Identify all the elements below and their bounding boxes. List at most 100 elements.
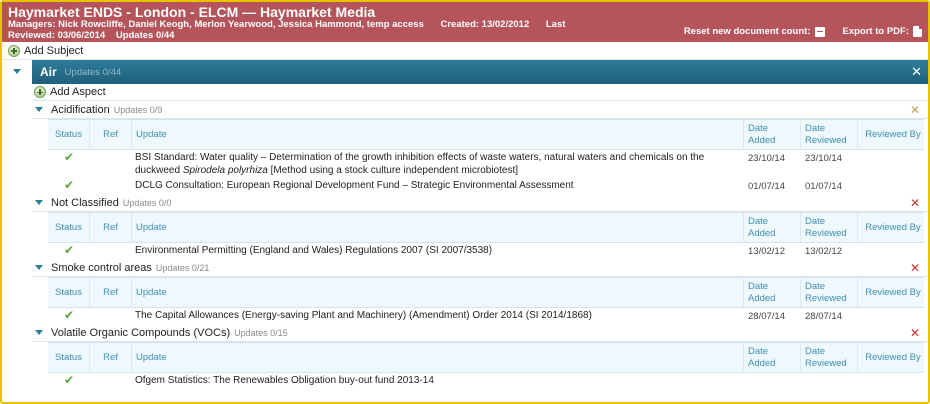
col-reviewed-by[interactable]: Reviewed By: [858, 213, 924, 242]
col-date-reviewed[interactable]: Date Reviewed: [801, 278, 858, 307]
ref-cell: [90, 243, 132, 259]
update-link[interactable]: The Capital Allowances (Energy-saving Pl…: [135, 309, 740, 322]
col-update[interactable]: Update: [132, 343, 744, 372]
updates-table: Status Ref Update Date Added Date Reviewed…: [48, 212, 924, 259]
update-link[interactable]: Environmental Permitting (England and Wa…: [135, 244, 740, 257]
ref-cell: [90, 150, 132, 178]
app-frame: Haymarket ENDS - London - ELCM — Haymark…: [0, 0, 930, 404]
update-link[interactable]: DCLG Consultation: European Regional Dev…: [135, 179, 740, 192]
col-date-added[interactable]: Date Added: [744, 278, 801, 307]
close-subject-icon[interactable]: ✕: [911, 64, 922, 80]
updates-table: Status Ref Update Date Added Date Reviewed…: [48, 119, 924, 194]
header-meta-2: Reviewed: 03/06/2014 Updates 0/44: [8, 30, 182, 41]
date-added: [744, 373, 801, 388]
add-aspect-button[interactable]: Add Aspect: [32, 84, 928, 101]
aspect-name: Acidification: [51, 103, 110, 116]
header-meta: Managers: Nick Rowcliffe, Daniel Keogh, …: [8, 19, 579, 30]
reviewed-by: [858, 150, 924, 178]
col-date-reviewed[interactable]: Date Reviewed: [801, 343, 858, 372]
add-icon: [8, 44, 20, 57]
col-date-reviewed[interactable]: Date Reviewed: [801, 213, 858, 242]
remove-aspect-icon[interactable]: ✕: [910, 196, 920, 210]
aspect-header: Smoke control areas Updates 0/21 ✕: [32, 259, 928, 277]
aspect-vocs: Volatile Organic Compounds (VOCs) Update…: [32, 324, 928, 388]
check-icon[interactable]: ✔: [64, 179, 74, 193]
collapse-aspect-icon[interactable]: [35, 265, 43, 270]
updates-table: Status Ref Update Date Added Date Reviewed…: [48, 342, 924, 388]
check-icon[interactable]: ✔: [64, 309, 74, 323]
col-ref[interactable]: Ref: [90, 343, 132, 372]
col-reviewed-by[interactable]: Reviewed By: [858, 278, 924, 307]
aspect-list: Add Aspect Acidification Updates 0/9 ✕ S…: [32, 84, 928, 388]
aspect-name: Smoke control areas: [51, 261, 152, 274]
ref-cell: [90, 373, 132, 388]
update-cell: BSI Standard: Water quality – Determinat…: [132, 150, 744, 178]
export-label: Export to PDF:: [842, 26, 910, 37]
date-reviewed: 28/07/14: [805, 311, 842, 322]
date-reviewed: 13/02/12: [805, 246, 842, 257]
updates-table: Status Ref Update Date Added Date Reviewed…: [48, 277, 924, 324]
date-reviewed: [801, 373, 858, 388]
collapse-aspect-icon[interactable]: [35, 330, 43, 335]
col-ref[interactable]: Ref: [90, 278, 132, 307]
collapse-aspect-icon[interactable]: [35, 107, 43, 112]
col-update[interactable]: Update: [132, 213, 744, 242]
check-icon[interactable]: ✔: [64, 374, 74, 387]
table-row: ✔ The Capital Allowances (Energy-saving …: [48, 308, 924, 324]
update-link[interactable]: BSI Standard: Water quality – Determinat…: [135, 151, 740, 164]
col-reviewed-by[interactable]: Reviewed By: [858, 120, 924, 149]
col-status[interactable]: Status: [48, 213, 90, 242]
collapse-aspect-icon[interactable]: [35, 200, 43, 205]
document-icon[interactable]: [913, 26, 922, 37]
aspect-header: Not Classified Updates 0/0 ✕: [32, 194, 928, 212]
col-reviewed-by[interactable]: Reviewed By: [858, 343, 924, 372]
date-added: 23/10/14: [748, 153, 785, 164]
aspect-header: Volatile Organic Compounds (VOCs) Update…: [32, 324, 928, 342]
col-ref[interactable]: Ref: [90, 213, 132, 242]
table-row: ✔ DCLG Consultation: European Regional D…: [48, 178, 924, 194]
table-header: Status Ref Update Date Added Date Reviewed…: [48, 342, 924, 373]
table-header: Status Ref Update Date Added Date Reviewed…: [48, 119, 924, 150]
date-added: 01/07/14: [748, 181, 785, 192]
col-status[interactable]: Status: [48, 120, 90, 149]
add-subject-button[interactable]: Add Subject: [2, 42, 928, 60]
subject-section: Air Updates 0/44 ✕: [2, 60, 928, 84]
col-update[interactable]: Update: [132, 120, 744, 149]
table-header: Status Ref Update Date Added Date Reviewed…: [48, 212, 924, 243]
col-date-added[interactable]: Date Added: [744, 213, 801, 242]
add-icon: [34, 86, 46, 98]
add-aspect-label: Add Aspect: [50, 86, 106, 98]
col-ref[interactable]: Ref: [90, 120, 132, 149]
subject-name: Air: [40, 65, 57, 79]
date-added: 28/07/14: [748, 311, 785, 322]
calendar-icon[interactable]: [814, 26, 825, 37]
reviewed-text: Reviewed: 03/06/2014: [8, 30, 106, 41]
reviewed-by: [858, 373, 924, 388]
remove-aspect-icon[interactable]: ✕: [910, 261, 920, 275]
col-status[interactable]: Status: [48, 278, 90, 307]
reset-label: Reset new document count:: [683, 26, 811, 37]
col-update[interactable]: Update: [132, 278, 744, 307]
date-added: 13/02/12: [748, 246, 785, 257]
add-subject-label: Add Subject: [24, 44, 84, 57]
update-link-cont[interactable]: duckweed Spirodela polyrhiza [Method usi…: [135, 164, 740, 177]
col-date-added[interactable]: Date Added: [744, 120, 801, 149]
aspect-acidification: Acidification Updates 0/9 ✕ Status Ref U…: [32, 101, 928, 194]
table-row: ✔ Environmental Permitting (England and …: [48, 243, 924, 259]
remove-aspect-icon[interactable]: ✕: [910, 326, 920, 340]
managers-text: Managers: Nick Rowcliffe, Daniel Keogh, …: [8, 19, 424, 30]
update-link[interactable]: Ofgem Statistics: The Renewables Obligat…: [135, 374, 740, 387]
col-date-reviewed[interactable]: Date Reviewed: [801, 120, 858, 149]
ref-cell: [90, 308, 132, 324]
check-icon[interactable]: ✔: [64, 244, 74, 258]
page-header: Haymarket ENDS - London - ELCM — Haymark…: [2, 2, 928, 42]
col-date-added[interactable]: Date Added: [744, 343, 801, 372]
export-pdf-button[interactable]: Export to PDF:: [842, 26, 922, 37]
col-status[interactable]: Status: [48, 343, 90, 372]
remove-aspect-icon[interactable]: ✕: [910, 103, 920, 117]
reset-document-count-button[interactable]: Reset new document count:: [684, 26, 825, 37]
updates-text: Updates 0/44: [115, 30, 175, 41]
created-text: Created: 13/02/2012: [440, 19, 530, 30]
check-icon[interactable]: ✔: [64, 151, 74, 177]
collapse-subject-icon[interactable]: [13, 69, 21, 74]
